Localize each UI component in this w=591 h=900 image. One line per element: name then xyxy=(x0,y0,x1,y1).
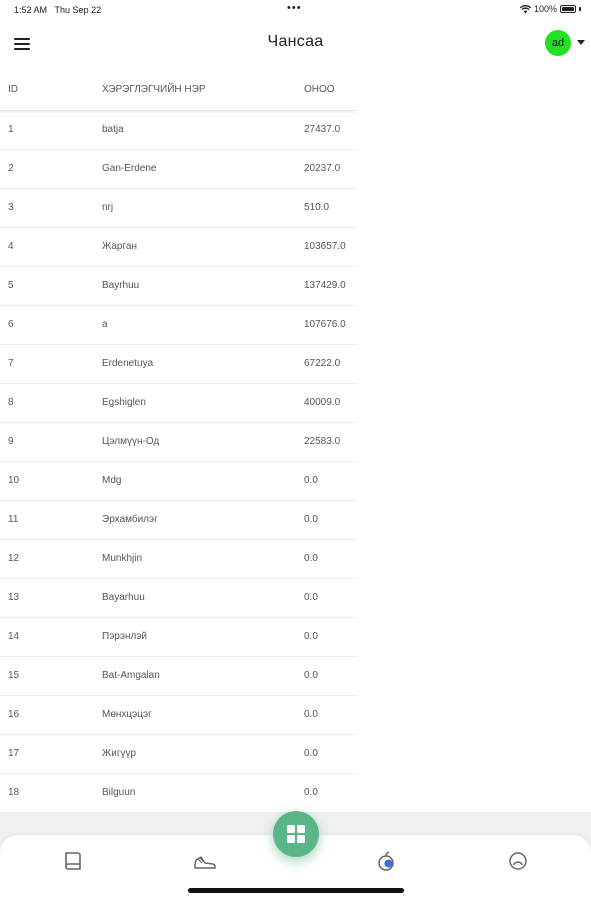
apple-icon[interactable] xyxy=(375,850,397,872)
sneaker-icon[interactable] xyxy=(193,850,216,872)
table-row: 5 Bayrhuu 137429.0 xyxy=(0,267,357,306)
cell-username: Munkhjin xyxy=(102,553,143,564)
table-row: 6 a 107676.0 xyxy=(0,306,357,345)
battery-icon xyxy=(560,5,576,13)
column-header-username: ХЭРЭГЛЭГЧИЙН НЭР xyxy=(102,84,206,95)
leaderboard-table: ID ХЭРЭГЛЭГЧИЙН НЭР ОНОО 1 batja 27437.0 2 G… xyxy=(0,72,357,812)
cell-id: 5 xyxy=(8,280,14,291)
chevron-down-icon[interactable] xyxy=(577,40,585,45)
status-bar: 1:52 AM Thu Sep 22 ••• 100% xyxy=(0,0,591,22)
cell-score: 0.0 xyxy=(304,631,318,642)
page-title: Чансаа xyxy=(267,33,324,50)
cell-username: Erdenetuya xyxy=(102,358,154,369)
battery-percent: 100% xyxy=(533,4,557,14)
cell-score: 0.0 xyxy=(304,670,318,681)
cell-username: Эрхамбилэг xyxy=(102,514,158,525)
table-body: 1 batja 27437.0 2 Gan-Erdene 20237.0 3 nrj 510.0… xyxy=(0,111,357,812)
cell-score: 107676.0 xyxy=(304,319,346,330)
wifi-icon xyxy=(519,4,531,13)
cell-username: a xyxy=(102,319,108,330)
column-header-score: ОНОО xyxy=(304,84,335,95)
cell-score: 0.0 xyxy=(304,709,318,720)
table-row: 15 Bat-Amgalan 0.0 xyxy=(0,657,357,696)
cell-username: Bayrhuu xyxy=(102,280,140,291)
table-row: 13 Bayarhuu 0.0 xyxy=(0,579,357,618)
cell-id: 6 xyxy=(8,319,14,330)
table-row: 10 Mdg 0.0 xyxy=(0,462,357,501)
cell-id: 4 xyxy=(8,241,14,252)
cell-score: 40009.0 xyxy=(304,397,341,408)
table-row: 11 Эрхамбилэг 0.0 xyxy=(0,501,357,540)
cell-id: 7 xyxy=(8,358,14,369)
cell-id: 1 xyxy=(8,124,14,135)
battery-tip xyxy=(579,7,581,11)
cell-id: 13 xyxy=(8,592,20,603)
cell-username: nrj xyxy=(102,202,114,213)
cell-username: Пэрэнлэй xyxy=(102,631,147,642)
cell-score: 510.0 xyxy=(304,202,330,213)
cell-score: 20237.0 xyxy=(304,163,341,174)
table-row: 2 Gan-Erdene 20237.0 xyxy=(0,150,357,189)
cell-username: Мөнхцэцэг xyxy=(102,709,152,720)
table-row: 1 batja 27437.0 xyxy=(0,111,357,150)
cell-username: Жарган xyxy=(102,241,137,252)
cell-username: Цэлмүүн-Од xyxy=(102,436,160,447)
table-row: 18 Bilguun 0.0 xyxy=(0,774,357,812)
cell-id: 12 xyxy=(8,553,20,564)
table-row: 3 nrj 510.0 xyxy=(0,189,357,228)
cell-score: 0.0 xyxy=(304,592,318,603)
table-row: 16 Мөнхцэцэг 0.0 xyxy=(0,696,357,735)
cell-score: 0.0 xyxy=(304,748,318,759)
avatar[interactable]: ad xyxy=(545,30,571,56)
cell-score: 137429.0 xyxy=(304,280,346,291)
cell-username: Mdg xyxy=(102,475,122,486)
cell-id: 14 xyxy=(8,631,20,642)
cell-id: 17 xyxy=(8,748,20,759)
cell-id: 16 xyxy=(8,709,20,720)
cell-score: 0.0 xyxy=(304,475,318,486)
cell-id: 15 xyxy=(8,670,20,681)
cell-score: 67222.0 xyxy=(304,358,341,369)
dashboard-button[interactable] xyxy=(273,811,319,857)
app-header: Чансаа ad xyxy=(0,22,591,64)
cell-username: Egshiglen xyxy=(102,397,146,408)
cell-id: 10 xyxy=(8,475,20,486)
cell-username: Gan-Erdene xyxy=(102,163,157,174)
cell-id: 8 xyxy=(8,397,14,408)
table-row: 9 Цэлмүүн-Од 22583.0 xyxy=(0,423,357,462)
cell-username: Bat-Amgalan xyxy=(102,670,160,681)
cell-score: 0.0 xyxy=(304,553,318,564)
status-date: Thu Sep 22 xyxy=(54,5,102,15)
cell-id: 2 xyxy=(8,163,14,174)
table-row: 4 Жарган 103657.0 xyxy=(0,228,357,267)
cell-username: batja xyxy=(102,124,124,135)
cell-score: 103657.0 xyxy=(304,241,346,252)
dashboard-icon xyxy=(287,825,305,843)
cell-username: Bayarhuu xyxy=(102,592,145,603)
column-header-id: ID xyxy=(8,84,18,95)
cell-username: Bilguun xyxy=(102,787,136,798)
cell-id: 9 xyxy=(8,436,14,447)
status-right: 100% xyxy=(519,4,581,14)
table-row: 14 Пэрэнлэй 0.0 xyxy=(0,618,357,657)
table-header-row: ID ХЭРЭГЛЭГЧИЙН НЭР ОНОО xyxy=(0,72,357,113)
cell-id: 11 xyxy=(8,514,19,525)
cell-score: 0.0 xyxy=(304,787,318,798)
table-row: 7 Erdenetuya 67222.0 xyxy=(0,345,357,384)
cell-username: Жигүүр xyxy=(102,748,137,759)
cell-score: 0.0 xyxy=(304,514,318,525)
status-time: 1:52 AM Thu Sep 22 xyxy=(14,5,102,15)
book-icon[interactable] xyxy=(62,850,84,872)
home-indicator[interactable] xyxy=(188,888,404,893)
multitasking-dots-icon[interactable]: ••• xyxy=(287,2,302,14)
cell-score: 27437.0 xyxy=(304,124,341,135)
table-row: 8 Egshiglen 40009.0 xyxy=(0,384,357,423)
table-row: 17 Жигүүр 0.0 xyxy=(0,735,357,774)
table-row: 12 Munkhjin 0.0 xyxy=(0,540,357,579)
cell-id: 3 xyxy=(8,202,14,213)
profile-icon[interactable] xyxy=(507,850,529,872)
cell-id: 18 xyxy=(8,787,20,798)
cell-score: 22583.0 xyxy=(304,436,341,447)
